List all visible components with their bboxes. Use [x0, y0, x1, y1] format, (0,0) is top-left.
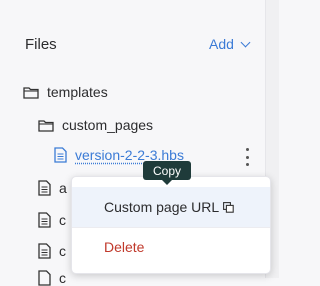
- add-dropdown-button[interactable]: Add: [209, 36, 251, 52]
- tree-item-label: a: [59, 180, 67, 196]
- file-icon: [38, 243, 51, 259]
- tree-folder-custom-pages[interactable]: custom_pages: [38, 117, 153, 133]
- files-title: Files: [25, 36, 57, 53]
- tooltip-text: Copy: [153, 163, 182, 178]
- copy-icon[interactable]: [223, 201, 234, 213]
- tree-item-label: c: [59, 212, 66, 228]
- tree-file-c[interactable]: c: [38, 243, 66, 259]
- copy-tooltip: Copy: [143, 161, 192, 185]
- file-icon: [54, 147, 67, 163]
- tree-item-label: custom_pages: [62, 117, 154, 133]
- context-menu: Custom page URL Delete: [71, 176, 271, 274]
- tree-item-label: templates: [47, 84, 108, 100]
- tree-folder-templates[interactable]: templates: [23, 84, 108, 100]
- file-icon: [38, 212, 51, 228]
- tree-item-label: c: [59, 243, 66, 259]
- file-icon: [38, 270, 51, 286]
- menu-item-delete[interactable]: Delete: [72, 227, 270, 267]
- tree-file-a[interactable]: a: [38, 180, 67, 196]
- tree-file-c[interactable]: c: [38, 212, 66, 228]
- add-label: Add: [209, 36, 234, 52]
- menu-item-label: Custom page URL: [104, 199, 220, 215]
- menu-item-label: Delete: [104, 239, 145, 255]
- file-icon: [38, 180, 51, 196]
- tree-file-c[interactable]: c: [38, 270, 66, 286]
- chevron-down-icon: [240, 37, 251, 48]
- menu-item-custom-page-url[interactable]: Custom page URL: [72, 187, 270, 227]
- folder-icon: [38, 119, 54, 132]
- tree-item-label: c: [59, 270, 66, 286]
- more-options-icon[interactable]: [244, 148, 250, 166]
- folder-icon: [23, 86, 39, 99]
